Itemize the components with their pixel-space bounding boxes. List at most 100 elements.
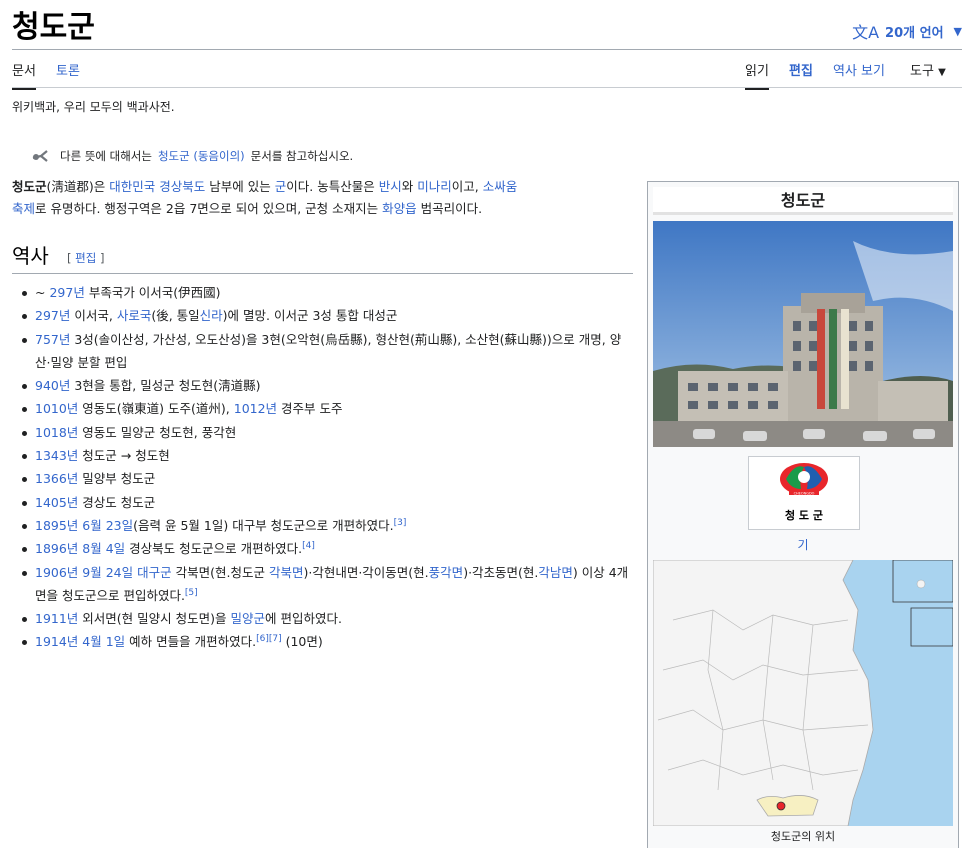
hatnote: 다른 뜻에 대해서는 청도군 (동음이의) 문서를 참고하십시오.: [32, 148, 353, 164]
section-title: 역사: [12, 244, 49, 268]
lead-paragraph: 청도군(淸道郡)은 대한민국 경상북도 남부에 있는 군이다. 농특산물은 반시…: [12, 176, 632, 220]
link-gyeongbuk[interactable]: 경상북도: [159, 179, 205, 194]
tab-tools[interactable]: 도구 ▼: [910, 62, 946, 83]
tab-history[interactable]: 역사 보기: [833, 62, 885, 82]
link-gun[interactable]: 군: [275, 179, 287, 194]
link-hwayang[interactable]: 화양읍: [382, 201, 417, 216]
list-item: 1906년 9월 24일 대구군 각북면(현.청도군 각북면)·각현내면·각이동…: [22, 561, 632, 608]
tab-edit[interactable]: 편집: [789, 62, 813, 82]
item-text: 각북면(현.청도군: [175, 564, 265, 580]
date-link[interactable]: 6월 23일: [82, 518, 133, 533]
item-text: 이서국,: [74, 308, 113, 324]
link-bullfight[interactable]: 소싸움: [483, 179, 518, 194]
year-link[interactable]: 940년: [35, 378, 70, 393]
infobox-title: 청도군: [653, 187, 953, 215]
punggak-link[interactable]: 풍각면: [429, 565, 464, 580]
lead-text: 이고,: [451, 179, 479, 194]
item-text: 3현을 통합, 밀성군 청도현(淸道縣): [74, 378, 261, 394]
lead-text: 남부에 있는: [209, 179, 271, 194]
emblem-text: 청 도 군: [785, 508, 823, 522]
link-korea[interactable]: 대한민국: [109, 179, 155, 194]
item-text: 예하 면들을 개편하였다.: [129, 634, 257, 650]
reference-link[interactable]: [7]: [269, 634, 282, 644]
year-link[interactable]: 1343년: [35, 448, 78, 463]
year-link[interactable]: 1906년: [35, 565, 78, 580]
year-link[interactable]: 1895년: [35, 518, 78, 533]
item-text: 부족국가 이서국(伊西國): [88, 285, 221, 300]
year-link[interactable]: 297년: [49, 285, 84, 300]
lead-text: 범곡리이다.: [420, 201, 483, 216]
item-text: (음력 윤 5월 1일) 대구부 청도군으로 개편하였다.: [133, 517, 394, 533]
daegu-link[interactable]: 대구군: [137, 565, 172, 580]
year-link[interactable]: 1896년: [35, 541, 78, 556]
gakbuk-link[interactable]: 각북면: [269, 565, 304, 580]
silla-link[interactable]: 신라: [200, 308, 223, 323]
item-text: )·각초동면(현.: [463, 564, 539, 580]
year-link[interactable]: 1018년: [35, 425, 78, 440]
list-item: 1343년 청도군 → 청도현: [22, 444, 632, 467]
item-text: 영동도(嶺東道) 도주(道州),: [82, 401, 230, 417]
language-count: 20개 언어: [885, 25, 944, 41]
tab-read[interactable]: 읽기: [745, 62, 769, 90]
infobox: 청도군 CHEONGDO 청 도 군 기 청도군의 위치: [647, 181, 959, 848]
item-text: (10면): [285, 634, 323, 650]
item-text: (後, 통일: [151, 308, 200, 324]
location-map[interactable]: [653, 560, 953, 826]
hatnote-text-after: 문서를 참고하십시오.: [250, 149, 354, 163]
county-flag[interactable]: CHEONGDO 청 도 군: [748, 456, 860, 530]
county-office-photo[interactable]: [653, 221, 953, 447]
chevron-down-icon: ▼: [953, 24, 962, 38]
link-minari[interactable]: 미나리: [417, 179, 452, 194]
flag-caption-link[interactable]: 기: [797, 538, 808, 552]
county-office-image: [653, 221, 953, 447]
list-item: 1914년 4월 1일 예하 면들을 개편하였다.[6][7] (10면): [22, 630, 632, 653]
item-text: ~: [35, 285, 46, 300]
county-emblem: CHEONGDO 청 도 군: [780, 463, 828, 522]
language-button[interactable]: 文A 20개 언어 ▼: [852, 19, 962, 43]
item-text: )·각현내면·각이동면(현.: [303, 564, 429, 580]
gaknam-link[interactable]: 각남면: [538, 565, 573, 580]
lead-text: 로 유명하다. 행정구역은 2읍 7면으로 되어 있으며, 군청 소재지는: [35, 201, 379, 216]
item-text: 경주부 도주: [281, 401, 343, 417]
list-item: 1010년 영동도(嶺東道) 도주(道州), 1012년 경주부 도주: [22, 397, 632, 420]
item-text: 3성(솔이산성, 가산성, 오도산성)을 3현(오악현(烏岳縣), 형산현(荊山…: [35, 331, 622, 370]
year-link[interactable]: 1914년: [35, 634, 78, 649]
reference-link[interactable]: [6]: [256, 634, 269, 644]
date-link[interactable]: 9월 24일: [82, 565, 133, 580]
list-item: 1896년 8월 4일 경상북도 청도군으로 개편하였다.[4]: [22, 537, 632, 560]
tab-article[interactable]: 문서: [12, 62, 36, 90]
item-text: 경상도 청도군: [82, 494, 156, 510]
year-link[interactable]: 757년: [35, 332, 70, 347]
date-link[interactable]: 4월 1일: [82, 634, 125, 649]
page-title: 청도군: [12, 10, 95, 45]
miryang-link[interactable]: 밀양군: [230, 611, 265, 626]
year-link[interactable]: 1012년: [234, 401, 277, 416]
item-text: 에 편입하였다.: [265, 611, 342, 627]
tab-talk[interactable]: 토론: [56, 62, 80, 82]
lead-text: 이다. 농특산물은: [286, 179, 375, 194]
flag-caption[interactable]: 기: [648, 536, 958, 553]
section-edit: [ 편집 ]: [67, 250, 104, 266]
reference-link[interactable]: [4]: [302, 541, 315, 551]
chevron-down-icon: ▼: [938, 67, 946, 78]
year-link[interactable]: 1911년: [35, 611, 78, 626]
reference-link[interactable]: [5]: [185, 588, 198, 598]
reference-link[interactable]: [3]: [394, 518, 407, 528]
saro-link[interactable]: 사로국: [117, 308, 152, 323]
disambiguation-icon: [32, 150, 48, 162]
year-link[interactable]: 1366년: [35, 471, 78, 486]
date-link[interactable]: 8월 4일: [82, 541, 125, 556]
lead-subject: 청도군: [12, 179, 47, 194]
year-link[interactable]: 1010년: [35, 401, 78, 416]
item-text: 외서면(현 밀양시 청도면)을: [82, 611, 227, 627]
year-link[interactable]: 297년: [35, 308, 70, 323]
link-festival[interactable]: 축제: [12, 201, 35, 216]
item-text: 영동도 밀양군 청도현, 풍각현: [82, 424, 237, 440]
link-bansi[interactable]: 반시: [379, 179, 402, 194]
hatnote-link[interactable]: 청도군 (동음이의): [158, 148, 245, 164]
year-link[interactable]: 1405년: [35, 495, 78, 510]
translate-icon: 文A: [852, 23, 880, 42]
section-edit-link[interactable]: 편집: [75, 251, 96, 265]
history-list: ~ 297년 부족국가 이서국(伊西國) 297년 이서국, 사로국(後, 통일…: [22, 281, 632, 654]
lead-text: (淸道郡)은: [46, 179, 106, 194]
